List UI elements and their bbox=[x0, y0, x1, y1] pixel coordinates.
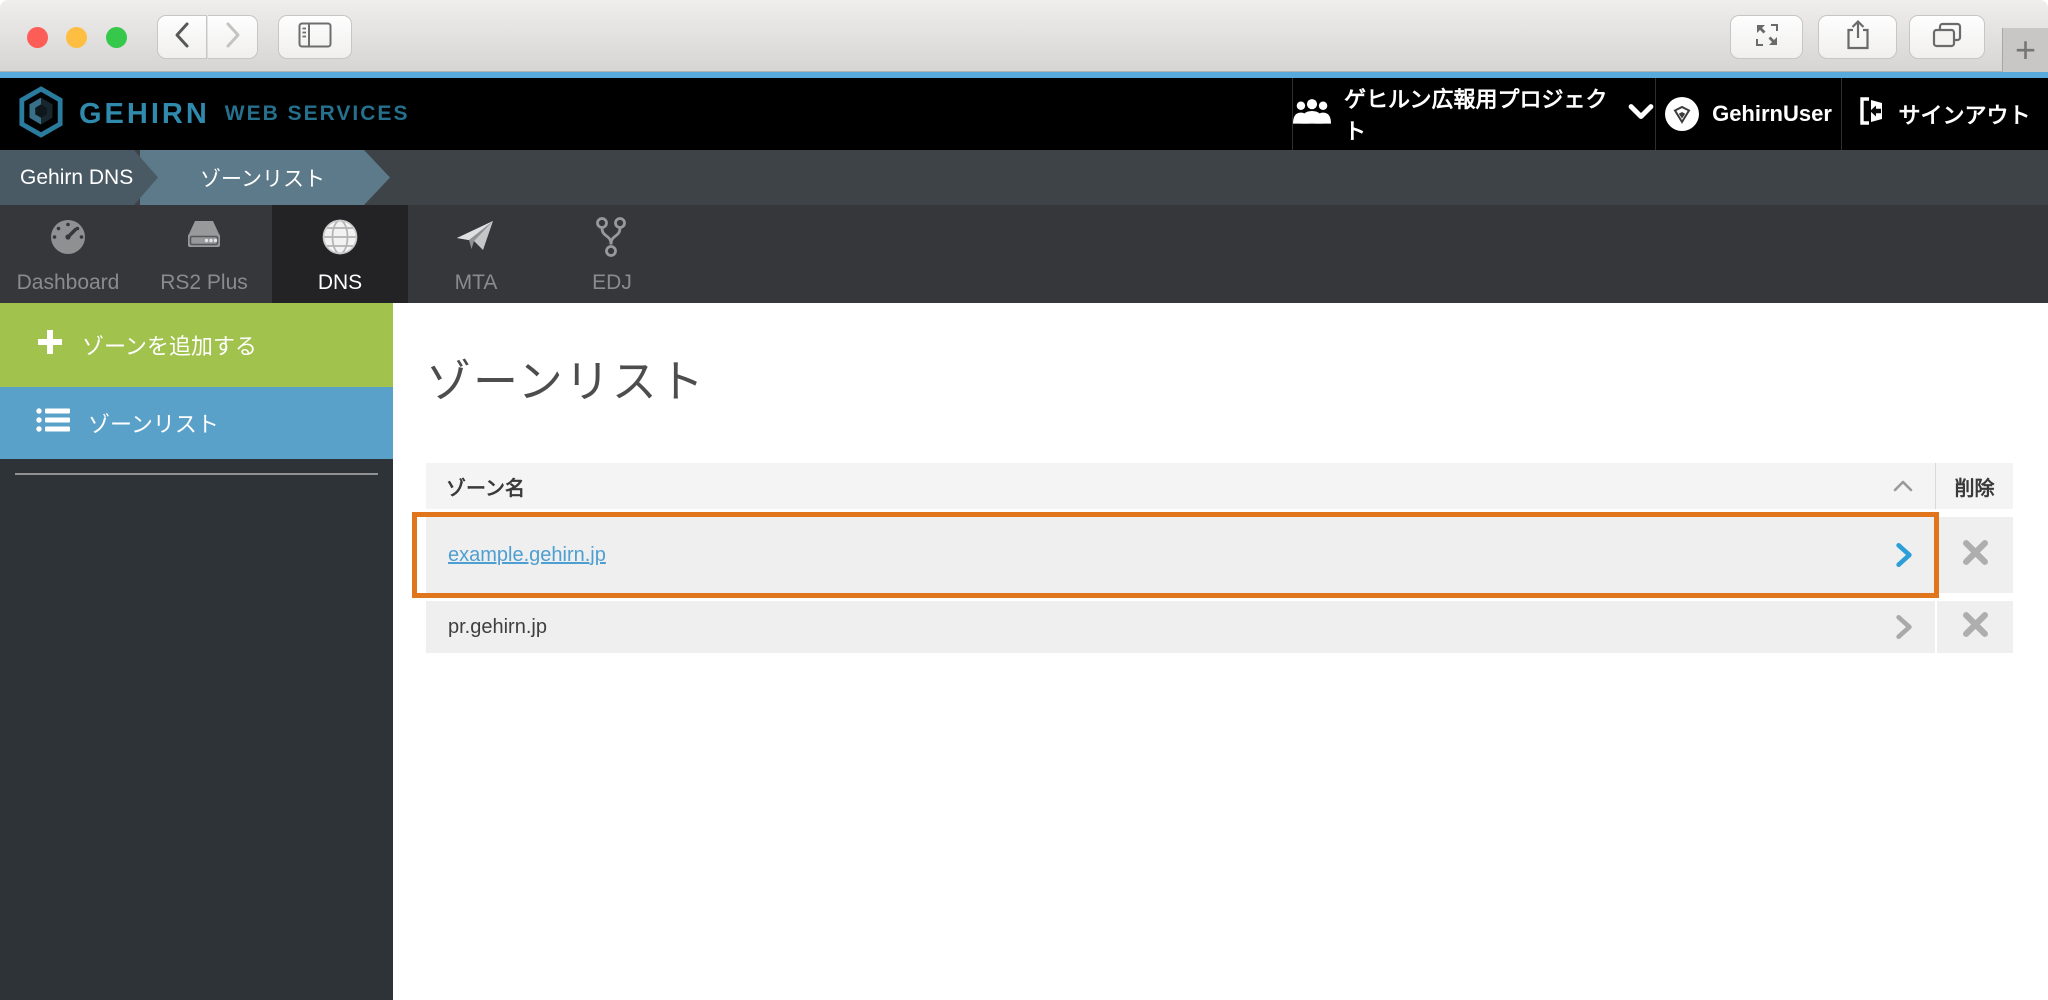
sidebar: ゾーンを追加する ゾーンリスト bbox=[0, 303, 393, 1000]
nav-label: RS2 Plus bbox=[160, 271, 248, 295]
users-group-icon bbox=[1293, 97, 1331, 131]
brand-suffix: WEB SERVICES bbox=[225, 102, 410, 126]
zone-row-pr: pr.gehirn.jp bbox=[426, 601, 2013, 653]
breadcrumb: ゾーンリスト Gehirn DNS bbox=[0, 150, 2048, 205]
page-title: ゾーンリスト bbox=[426, 345, 706, 410]
paper-plane-icon bbox=[453, 214, 499, 266]
nav-item-edj[interactable]: EDJ bbox=[544, 205, 680, 303]
forward-button[interactable] bbox=[208, 15, 258, 59]
user-avatar bbox=[1665, 97, 1699, 131]
header-actions: ゲヒルン広報用プロジェクト GehirnUser サインアウト bbox=[1292, 78, 2048, 150]
delete-column-header: 削除 bbox=[1935, 463, 2013, 509]
breadcrumb-label: Gehirn DNS bbox=[20, 166, 133, 190]
main-content: ゾーンリスト ゾーン名 削除 example.gehirn.jp bbox=[393, 303, 2048, 1000]
globe-icon bbox=[317, 214, 363, 266]
tabs-icon bbox=[1931, 21, 1963, 54]
sidebar-toggle-icon bbox=[298, 22, 332, 53]
fullscreen-icon bbox=[1752, 20, 1782, 55]
sidebar-item-zone-list[interactable]: ゾーンリスト bbox=[0, 387, 393, 459]
breadcrumb-item-gehirn-dns[interactable]: Gehirn DNS bbox=[0, 150, 158, 205]
nav-item-rs2-plus[interactable]: RS2 Plus bbox=[136, 205, 272, 303]
sidebar-toggle-button[interactable] bbox=[278, 15, 352, 59]
nav-label: Dashboard bbox=[17, 271, 120, 295]
window-zoom-button[interactable] bbox=[106, 27, 127, 48]
product-nav: Dashboard RS2 Plus DNS MTA EDJ bbox=[0, 205, 2048, 303]
user-menu[interactable]: GehirnUser bbox=[1655, 78, 1841, 150]
plus-icon bbox=[36, 328, 64, 362]
tab-overview-button[interactable] bbox=[1909, 15, 1985, 59]
gehirn-hexagon-icon bbox=[18, 86, 64, 143]
chevron-right-icon[interactable] bbox=[1895, 614, 1913, 640]
zone-table-header: ゾーン名 削除 bbox=[426, 463, 2013, 509]
window-close-button[interactable] bbox=[27, 27, 48, 48]
zone-cell: pr.gehirn.jp bbox=[426, 601, 1935, 653]
plus-icon: + bbox=[2015, 29, 2036, 71]
signout-door-icon bbox=[1859, 96, 1885, 132]
zone-name-text: pr.gehirn.jp bbox=[448, 616, 547, 639]
delete-x-icon bbox=[1962, 539, 1989, 571]
signout-label: サインアウト bbox=[1898, 98, 2030, 130]
zone-column-label: ゾーン名 bbox=[446, 472, 525, 501]
share-button[interactable] bbox=[1818, 15, 1897, 59]
zone-table: ゾーン名 削除 example.gehirn.jp bbox=[426, 463, 2013, 653]
delete-zone-button[interactable] bbox=[1935, 601, 2013, 653]
server-icon bbox=[181, 214, 227, 266]
window-minimize-button[interactable] bbox=[66, 27, 87, 48]
browser-window: + GEHIRN WEB SERVICES ゲヒルン広報用プロジェクト bbox=[0, 0, 2048, 1000]
back-icon bbox=[171, 20, 193, 55]
zone-row-example: example.gehirn.jp bbox=[426, 517, 2013, 593]
brand-name: GEHIRN bbox=[79, 98, 210, 131]
browser-titlebar: + bbox=[0, 0, 2048, 72]
forward-icon bbox=[222, 20, 244, 55]
signout-button[interactable]: サインアウト bbox=[1841, 78, 2048, 150]
add-zone-button[interactable]: ゾーンを追加する bbox=[0, 303, 393, 387]
breadcrumb-label: ゾーンリスト bbox=[200, 163, 325, 193]
list-icon bbox=[36, 407, 70, 439]
zone-list-label: ゾーンリスト bbox=[88, 407, 219, 439]
chevron-right-icon[interactable] bbox=[1895, 542, 1913, 568]
share-icon bbox=[1845, 19, 1871, 56]
project-selector[interactable]: ゲヒルン広報用プロジェクト bbox=[1292, 78, 1655, 150]
delete-column-label: 削除 bbox=[1955, 472, 1995, 501]
breadcrumb-item-zone-list[interactable]: ゾーンリスト bbox=[140, 150, 390, 205]
sort-ascending-icon[interactable] bbox=[1891, 478, 1915, 494]
user-name-label: GehirnUser bbox=[1712, 101, 1832, 127]
nav-item-mta[interactable]: MTA bbox=[408, 205, 544, 303]
nav-label: EDJ bbox=[592, 271, 632, 295]
new-tab-button[interactable]: + bbox=[2002, 28, 2048, 72]
sidebar-divider bbox=[15, 473, 378, 475]
chevron-down-icon bbox=[1627, 101, 1655, 127]
dashboard-gauge-icon bbox=[45, 214, 91, 266]
git-fork-icon bbox=[589, 214, 635, 266]
nav-item-dashboard[interactable]: Dashboard bbox=[0, 205, 136, 303]
zone-link[interactable]: example.gehirn.jp bbox=[448, 544, 606, 567]
gehirn-logo[interactable]: GEHIRN WEB SERVICES bbox=[18, 86, 409, 143]
back-button[interactable] bbox=[157, 15, 207, 59]
zone-cell: example.gehirn.jp bbox=[426, 517, 1935, 593]
nav-label: MTA bbox=[455, 271, 498, 295]
nav-label: DNS bbox=[318, 271, 362, 295]
add-zone-label: ゾーンを追加する bbox=[82, 329, 257, 361]
project-name-label: ゲヒルン広報用プロジェクト bbox=[1344, 82, 1614, 146]
delete-x-icon bbox=[1962, 611, 1989, 643]
app-header: GEHIRN WEB SERVICES ゲヒルン広報用プロジェクト Gehirn… bbox=[0, 78, 2048, 150]
zone-name-column-header[interactable]: ゾーン名 bbox=[426, 463, 1935, 509]
nav-item-dns[interactable]: DNS bbox=[272, 205, 408, 303]
delete-zone-button[interactable] bbox=[1935, 517, 2013, 593]
fullscreen-button[interactable] bbox=[1730, 15, 1803, 59]
